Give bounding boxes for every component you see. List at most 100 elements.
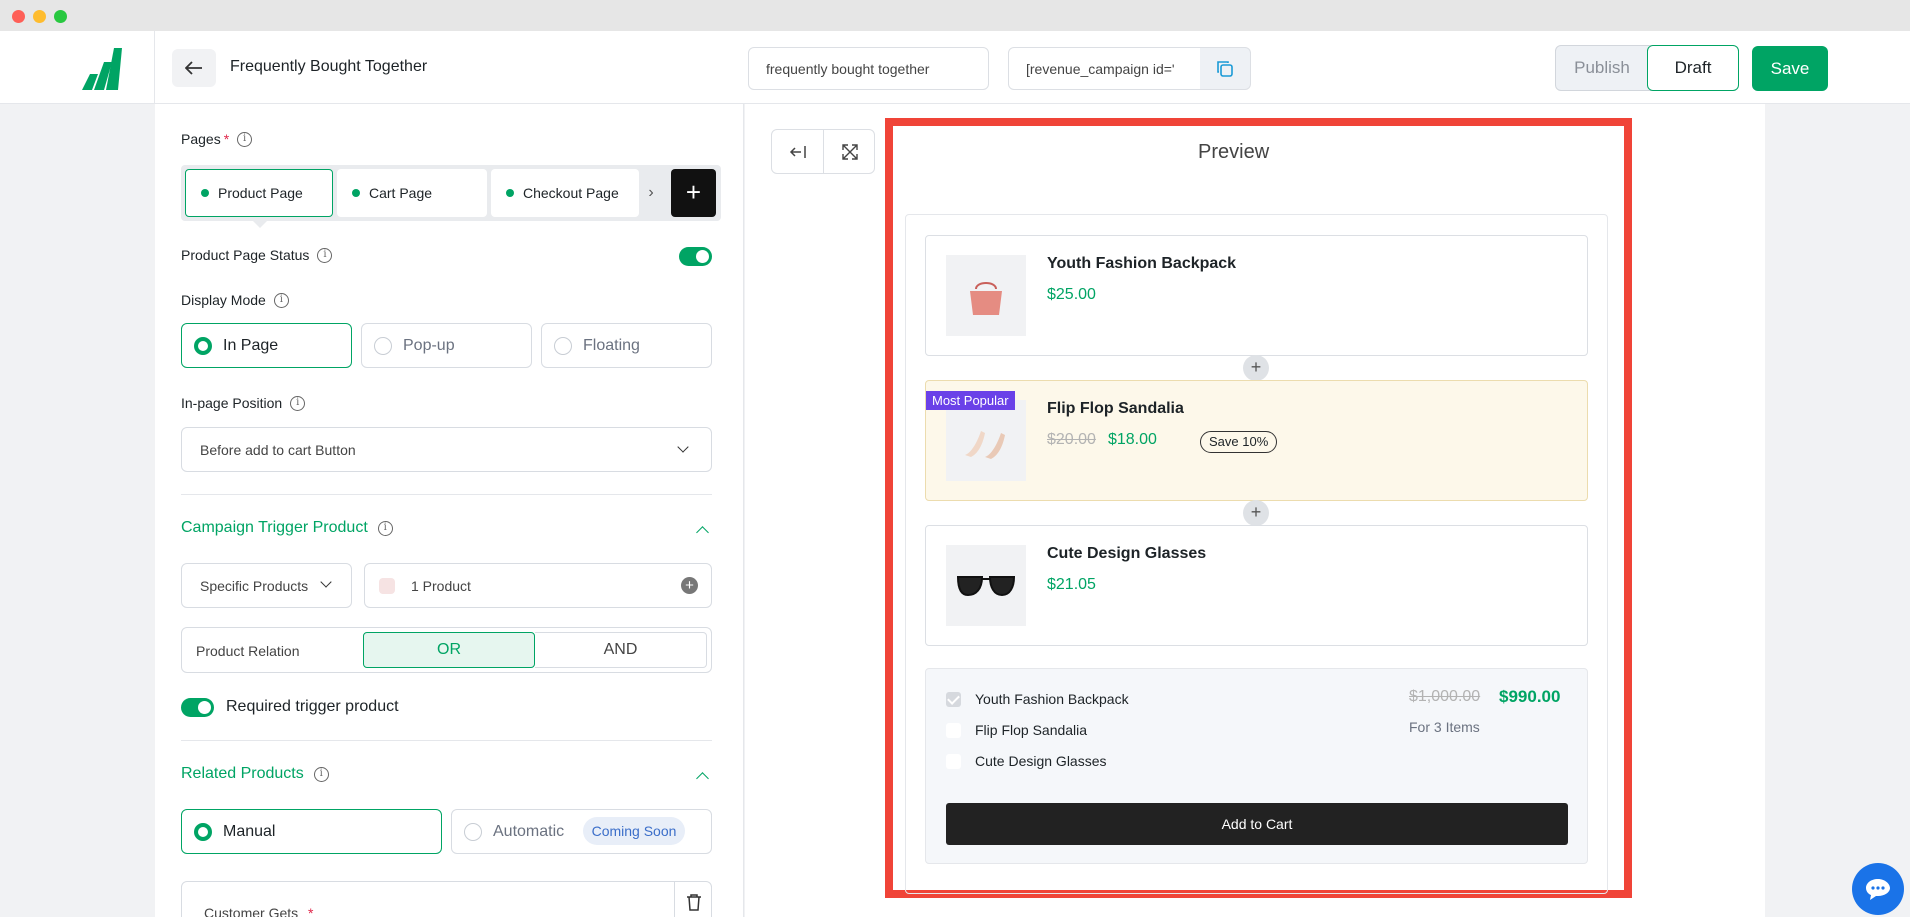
trigger-products-field[interactable]: 1 Product + [364,563,712,608]
page-status-toggle[interactable] [679,247,712,266]
back-button[interactable] [172,49,216,87]
summary-item[interactable]: Flip Flop Sandalia [946,722,1087,738]
expand-icon[interactable] [824,130,875,173]
product-card[interactable]: Youth Fashion Backpack $25.00 [925,235,1588,356]
page-title: Frequently Bought Together [230,58,428,75]
relation-label: Product Relation [196,643,300,659]
product-card[interactable]: Most Popular Flip Flop Sandalia $20.00 $1… [925,380,1588,501]
pages-label: Pages * i [181,131,253,147]
display-mode-label: Display Mode i [181,292,289,308]
add-to-cart-button[interactable]: Add to Cart [946,803,1568,845]
relation-or-button[interactable]: OR [363,632,535,668]
glasses-icon [956,575,1016,596]
trigger-title-text: Campaign Trigger Product [181,519,368,536]
related-title-text: Related Products [181,765,304,782]
arrow-left-icon [185,61,202,75]
radio-icon [464,822,482,841]
logo-area [0,31,155,104]
related-section-title[interactable]: Related Products i [181,765,329,783]
summary-item-label: Youth Fashion Backpack [975,691,1129,707]
brand-logo-icon [82,48,122,90]
active-dot-icon [352,189,360,197]
draft-button[interactable]: Draft [1647,45,1739,91]
relation-and-button[interactable]: AND [535,632,707,668]
position-label-text: In-page Position [181,395,283,411]
minimize-window-button[interactable] [33,10,46,23]
display-mode-floating[interactable]: Floating [541,323,712,368]
price-value: $21.05 [1047,576,1096,593]
product-image [946,255,1026,336]
display-mode-popup[interactable]: Pop-up [361,323,532,368]
collapse-left-icon[interactable] [772,130,823,173]
status-toggle: Publish Draft [1555,45,1739,91]
position-label: In-page Position i [181,395,306,411]
tab-cart-page[interactable]: Cart Page [337,169,487,217]
pages-label-text: Pages [181,131,221,147]
add-page-button[interactable]: + [671,169,716,217]
chevron-down-icon [677,441,689,453]
info-icon[interactable]: i [290,395,306,411]
chevron-up-icon[interactable] [696,526,709,539]
customer-gets-box: Customer Gets * [181,881,712,917]
active-dot-icon [506,189,514,197]
related-manual-option[interactable]: Manual [181,809,442,854]
total-price: $990.00 [1499,687,1561,706]
right-strip [1765,104,1910,917]
option-label: Automatic [493,822,565,840]
campaign-name-input[interactable]: frequently bought together [748,47,989,90]
position-value: Before add to cart Button [200,442,356,458]
product-relation: Product Relation OR AND [181,627,712,673]
preview-title: Preview [1198,141,1270,163]
page-tabs: Product Page Cart Page Checkout Page › + [181,165,721,221]
required-trigger-label: Required trigger product [226,698,399,715]
tab-product-page[interactable]: Product Page [185,169,333,217]
price-value: $25.00 [1047,286,1096,303]
info-icon[interactable]: i [313,766,329,782]
summary-item[interactable]: Youth Fashion Backpack [946,691,1129,707]
page-status-label: Product Page Status i [181,247,333,263]
maximize-window-button[interactable] [54,10,67,23]
publish-button[interactable]: Publish [1556,46,1648,90]
preview-toolbar [771,129,875,174]
info-icon[interactable]: i [237,131,253,147]
trigger-section-title[interactable]: Campaign Trigger Product i [181,519,393,537]
tab-checkout-page[interactable]: Checkout Page [491,169,639,217]
copy-shortcode-button[interactable] [1200,47,1251,90]
old-total: $1,000.00 [1409,688,1481,705]
trigger-products-value: 1 Product [411,578,471,594]
items-note: For 3 Items [1409,719,1480,735]
radio-selected-icon [194,336,212,355]
required-trigger-toggle[interactable] [181,698,214,717]
tab-pointer [251,219,269,228]
copy-icon [1217,60,1233,77]
product-name: Cute Design Glasses [1047,545,1207,562]
info-icon[interactable]: i [317,247,333,263]
option-label: Floating [583,336,640,354]
display-mode-in-page[interactable]: In Page [181,323,352,368]
add-product-icon[interactable]: + [681,577,698,594]
delete-button[interactable] [674,882,712,917]
position-select[interactable]: Before add to cart Button [181,427,712,472]
price-value: $18.00 [1107,431,1157,448]
info-icon[interactable]: i [377,520,393,536]
option-label: In Page [223,336,279,354]
checkbox-checked-icon[interactable] [946,691,961,707]
checkbox-icon[interactable] [946,722,961,738]
option-label: Pop-up [403,336,455,354]
bundle-summary: Youth Fashion Backpack Flip Flop Sandali… [925,668,1588,864]
close-window-button[interactable] [12,10,25,23]
divider [181,494,712,495]
old-price: $20.00 [1047,431,1096,448]
coming-soon-badge: Coming Soon [583,817,685,845]
chat-button[interactable] [1852,863,1904,915]
shortcode-field[interactable]: [revenue_campaign id=' [1008,47,1201,90]
chevron-up-icon[interactable] [696,772,709,785]
product-card[interactable]: Cute Design Glasses $21.05 [925,525,1588,646]
info-icon[interactable]: i [273,292,289,308]
checkbox-icon[interactable] [946,753,961,769]
chevron-right-icon[interactable]: › [641,169,661,217]
save-button[interactable]: Save [1752,46,1828,91]
trigger-type-select[interactable]: Specific Products [181,563,352,608]
product-image [946,400,1026,481]
summary-item[interactable]: Cute Design Glasses [946,753,1107,769]
